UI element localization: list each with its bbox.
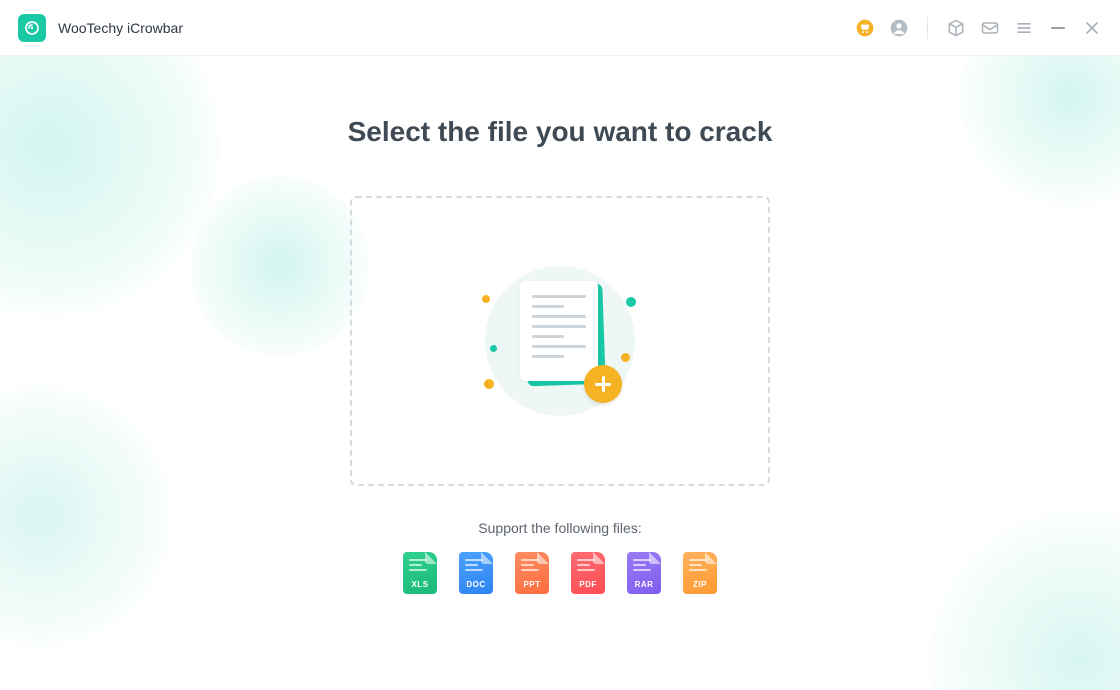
file-type-doc-icon: DOC	[459, 552, 493, 594]
dropzone-illustration	[480, 261, 640, 421]
main-area: Select the file you want to crack	[0, 56, 1120, 690]
titlebar-separator	[927, 17, 928, 39]
app-logo	[18, 14, 46, 42]
minimize-icon[interactable]	[1048, 18, 1068, 38]
supported-file-icons: XLS DOC PPT PDF RAR ZIP	[403, 552, 717, 594]
file-type-zip-icon: ZIP	[683, 552, 717, 594]
page-heading: Select the file you want to crack	[348, 116, 773, 148]
file-type-label: XLS	[411, 580, 428, 589]
file-type-label: ZIP	[693, 580, 707, 589]
file-type-rar-icon: RAR	[627, 552, 661, 594]
cart-icon[interactable]	[855, 18, 875, 38]
app-title: WooTechy iCrowbar	[58, 20, 183, 36]
file-type-label: RAR	[635, 580, 654, 589]
mail-icon[interactable]	[980, 18, 1000, 38]
file-type-label: PPT	[523, 580, 540, 589]
user-icon[interactable]	[889, 18, 909, 38]
box-icon[interactable]	[946, 18, 966, 38]
file-type-label: DOC	[466, 580, 485, 589]
supported-files-section: Support the following files: XLS DOC PPT PD…	[403, 520, 717, 594]
titlebar: WooTechy iCrowbar	[0, 0, 1120, 56]
file-dropzone[interactable]	[350, 196, 770, 486]
supported-files-label: Support the following files:	[478, 520, 641, 536]
file-type-ppt-icon: PPT	[515, 552, 549, 594]
menu-icon[interactable]	[1014, 18, 1034, 38]
titlebar-actions	[855, 17, 1102, 39]
file-type-pdf-icon: PDF	[571, 552, 605, 594]
file-type-xls-icon: XLS	[403, 552, 437, 594]
file-type-label: PDF	[579, 580, 597, 589]
add-file-icon	[584, 365, 622, 403]
close-icon[interactable]	[1082, 18, 1102, 38]
